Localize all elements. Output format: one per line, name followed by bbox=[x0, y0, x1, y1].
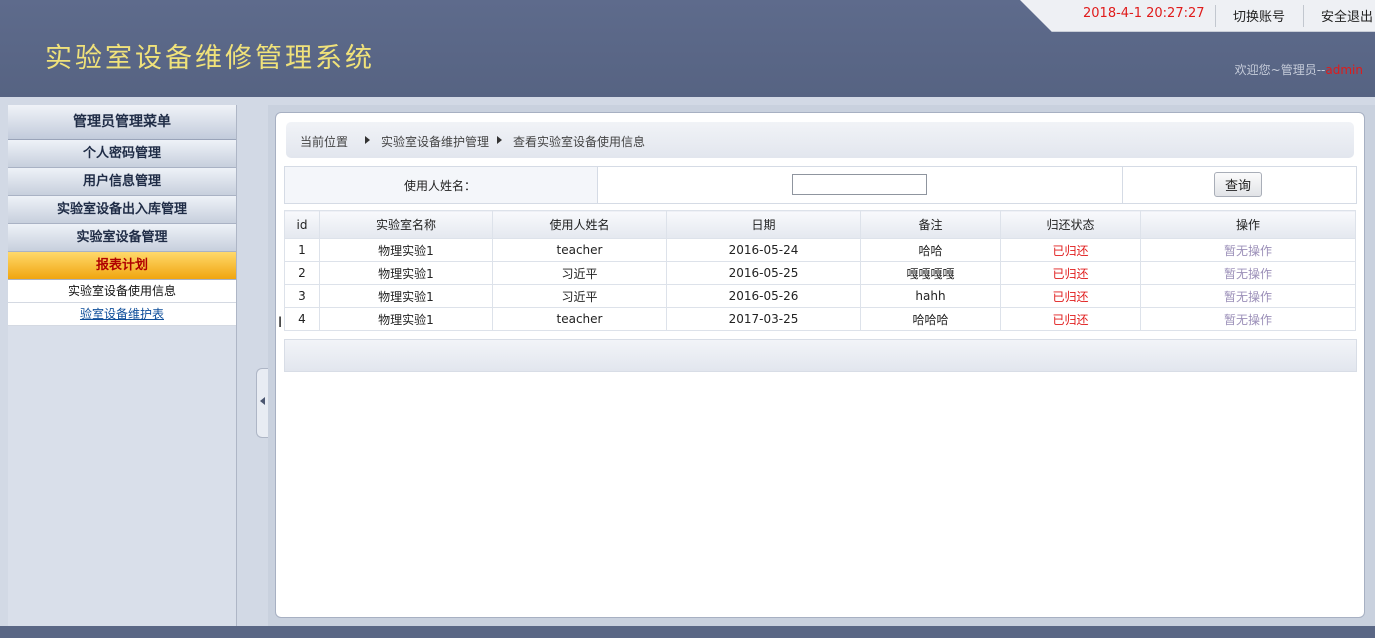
cell-user: teacher bbox=[492, 238, 667, 262]
cell-id: 2 bbox=[284, 261, 320, 285]
cell-note: 嘎嘎嘎嘎 bbox=[860, 261, 1001, 285]
cell-operation[interactable]: 暂无操作 bbox=[1140, 307, 1356, 331]
chevron-right-icon bbox=[365, 136, 370, 144]
col-header-date: 日期 bbox=[666, 210, 861, 239]
cell-note: 哈哈 bbox=[860, 238, 1001, 262]
sidebar: 管理员管理菜单 个人密码管理 用户信息管理 实验室设备出入库管理 实验室设备管理… bbox=[8, 105, 237, 626]
cell-operation[interactable]: 暂无操作 bbox=[1140, 284, 1356, 308]
switch-account-link[interactable]: 切换账号 bbox=[1233, 6, 1285, 25]
footer-bar bbox=[0, 626, 1375, 638]
cell-lab: 物理实验1 bbox=[319, 307, 493, 331]
header: 实验室设备维修管理系统 2018-4-1 20:27:27 切换账号 安全退出 … bbox=[0, 0, 1375, 97]
cell-status: 已归还 bbox=[1000, 284, 1141, 308]
cell-id: 3 bbox=[284, 284, 320, 308]
top-bar: 2018-4-1 20:27:27 切换账号 安全退出 bbox=[1020, 0, 1375, 32]
cell-status: 已归还 bbox=[1000, 261, 1141, 285]
breadcrumb-level1[interactable]: 实验室设备维护管理 bbox=[381, 133, 489, 150]
sidebar-subitem-maintenance[interactable]: 验室设备维护表 bbox=[8, 303, 236, 326]
col-header-operation: 操作 bbox=[1140, 210, 1356, 239]
table-row: 4 物理实验1 teacher 2017-03-25 哈哈哈 已归还 暂无操作 bbox=[284, 307, 1356, 331]
username: admin bbox=[1325, 63, 1363, 77]
usage-table: id 实验室名称 使用人姓名 日期 备注 归还状态 操作 1 物理实验1 tea… bbox=[284, 210, 1356, 331]
table-row: 2 物理实验1 习近平 2016-05-25 嘎嘎嘎嘎 已归还 暂无操作 bbox=[284, 261, 1356, 285]
breadcrumb-level2: 查看实验室设备使用信息 bbox=[513, 135, 646, 149]
cell-operation[interactable]: 暂无操作 bbox=[1140, 238, 1356, 262]
search-label: 使用人姓名： bbox=[404, 179, 477, 193]
table-row: 3 物理实验1 习近平 2016-05-26 hahh 已归还 暂无操作 bbox=[284, 284, 1356, 308]
sidebar-subitem-usage-info[interactable]: 实验室设备使用信息 bbox=[8, 280, 236, 303]
table-row: 1 物理实验1 teacher 2016-05-24 哈哈 已归还 暂无操作 bbox=[284, 238, 1356, 262]
main-panel: 当前位置 实验室设备维护管理 查看实验室设备使用信息 使用人姓名： 查询 id … bbox=[275, 112, 1365, 618]
col-header-user: 使用人姓名 bbox=[492, 210, 667, 239]
divider bbox=[1122, 167, 1123, 203]
col-header-status: 归还状态 bbox=[1000, 210, 1141, 239]
divider bbox=[1215, 5, 1216, 27]
col-header-note: 备注 bbox=[860, 210, 1001, 239]
sidebar-item-reports[interactable]: 报表计划 bbox=[8, 252, 236, 280]
breadcrumb: 当前位置 实验室设备维护管理 查看实验室设备使用信息 bbox=[286, 122, 1354, 158]
cell-id: 1 bbox=[284, 238, 320, 262]
cell-id: 4 bbox=[284, 307, 320, 331]
cell-status: 已归还 bbox=[1000, 238, 1141, 262]
breadcrumb-root: 当前位置 bbox=[300, 135, 349, 149]
sidebar-item-inventory[interactable]: 实验室设备出入库管理 bbox=[8, 196, 236, 224]
col-header-id: id bbox=[284, 210, 320, 239]
sidebar-item-users[interactable]: 用户信息管理 bbox=[8, 168, 236, 196]
col-header-lab: 实验室名称 bbox=[319, 210, 493, 239]
cell-operation[interactable]: 暂无操作 bbox=[1140, 261, 1356, 285]
cell-note: 哈哈哈 bbox=[860, 307, 1001, 331]
sidebar-title: 管理员管理菜单 bbox=[8, 105, 236, 140]
cell-lab: 物理实验1 bbox=[319, 284, 493, 308]
text-cursor-icon: I bbox=[278, 315, 283, 331]
cell-user: 习近平 bbox=[492, 284, 667, 308]
app-title: 实验室设备维修管理系统 bbox=[45, 43, 375, 74]
cell-status: 已归还 bbox=[1000, 307, 1141, 331]
table-footer-bar bbox=[284, 339, 1357, 372]
cell-user: teacher bbox=[492, 307, 667, 331]
chevron-right-icon bbox=[497, 136, 502, 144]
cell-date: 2016-05-25 bbox=[666, 261, 861, 285]
datetime: 2018-4-1 20:27:27 bbox=[1083, 6, 1205, 21]
welcome-text: 欢迎您~管理员--admin bbox=[1235, 61, 1363, 78]
search-bar: 使用人姓名： 查询 bbox=[284, 166, 1357, 204]
sidebar-item-equipment[interactable]: 实验室设备管理 bbox=[8, 224, 236, 252]
cell-date: 2016-05-24 bbox=[666, 238, 861, 262]
cell-note: hahh bbox=[860, 284, 1001, 308]
collapse-arrow-icon bbox=[260, 397, 265, 405]
cell-date: 2016-05-26 bbox=[666, 284, 861, 308]
table-header-row: id 实验室名称 使用人姓名 日期 备注 归还状态 操作 bbox=[284, 210, 1356, 239]
divider bbox=[1303, 5, 1304, 27]
welcome-prefix: 欢迎您~管理员-- bbox=[1234, 63, 1326, 77]
logout-link[interactable]: 安全退出 bbox=[1321, 6, 1373, 25]
search-button[interactable]: 查询 bbox=[1214, 172, 1262, 197]
cell-lab: 物理实验1 bbox=[319, 238, 493, 262]
cell-date: 2017-03-25 bbox=[666, 307, 861, 331]
search-label-cell: 使用人姓名： bbox=[285, 167, 598, 203]
cell-user: 习近平 bbox=[492, 261, 667, 285]
user-name-input[interactable] bbox=[792, 174, 927, 195]
cell-lab: 物理实验1 bbox=[319, 261, 493, 285]
sidebar-item-password[interactable]: 个人密码管理 bbox=[8, 140, 236, 168]
